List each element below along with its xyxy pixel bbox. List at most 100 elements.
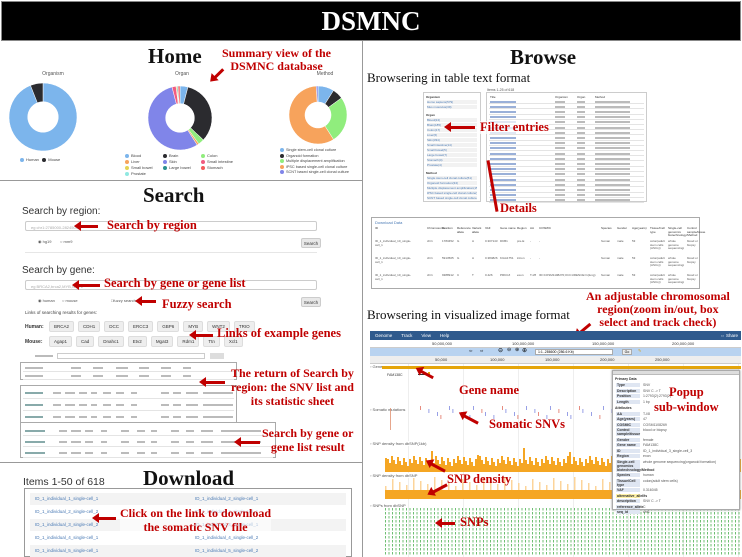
table-header[interactable]: Method — [595, 95, 605, 99]
somatic-snv-mark[interactable] — [428, 409, 430, 413]
filter-item[interactable]: Single stem-cell clonal culture(51) — [427, 176, 477, 180]
gene-search-button[interactable]: Search — [301, 297, 321, 307]
filter-item[interactable]: Prostate(4) — [427, 163, 477, 167]
radio-human[interactable]: ◉ human — [38, 298, 55, 303]
somatic-snv-mark[interactable] — [579, 406, 580, 410]
download-link[interactable]: ID_1_individual_5_single-cell_2 — [195, 545, 258, 557]
gene-link-dcc[interactable]: DCC — [104, 321, 125, 332]
somatic-snv-mark[interactable] — [481, 409, 483, 413]
somatic-snv-mark[interactable] — [473, 406, 474, 410]
legend-item[interactable]: Large bowel — [163, 165, 201, 171]
snp-mark — [532, 528, 533, 531]
share-button[interactable]: ⇔ Share — [720, 331, 738, 340]
table-header[interactable]: Organism — [555, 95, 568, 99]
download-data-link[interactable]: Download Data — [375, 220, 402, 225]
somatic-snv-mark[interactable] — [485, 412, 486, 416]
table-cell — [595, 121, 630, 124]
table-row — [489, 139, 644, 141]
radio-mouse[interactable]: ○ mouse — [62, 298, 78, 303]
somatic-snv-mark[interactable] — [603, 406, 604, 410]
somatic-snv-mark[interactable] — [437, 412, 438, 416]
download-link[interactable]: ID_1_individual_1_single-cell_1 — [35, 493, 98, 505]
filter-item[interactable]: Multiple displacement amplification(154) — [427, 186, 477, 190]
filter-item[interactable]: iPSC based single-cell clonal culture(34… — [427, 191, 477, 195]
gene-link-etv2[interactable]: Etv2 — [127, 336, 147, 347]
track-label-gene[interactable]: ▫ Gene — [370, 364, 383, 369]
download-link[interactable]: ID_1_individual_3_single-cell_2 — [35, 519, 98, 531]
snp-mark — [451, 532, 453, 535]
gene-link-dnahc1[interactable]: Dnahc1 — [98, 336, 124, 347]
radio-mm9[interactable]: ○ mm9 — [60, 239, 72, 244]
menu-view[interactable]: View — [421, 333, 431, 338]
menu-track[interactable]: Track — [401, 333, 412, 338]
fuzzy-search-checkbox[interactable]: □fuzzy search — [111, 298, 136, 303]
menu-help[interactable]: Help — [440, 333, 449, 338]
go-button[interactable]: Go — [622, 349, 632, 355]
filter-item[interactable]: SCNT based single-cell clonal culture(3) — [427, 196, 477, 200]
somatic-snv-mark[interactable] — [599, 415, 601, 419]
legend-item[interactable]: Prostate — [125, 171, 163, 177]
radio-hg19[interactable]: ◉ hg19 — [38, 239, 52, 244]
filter-item[interactable]: Stomach(4) — [427, 158, 477, 162]
table-header[interactable]: Organ — [577, 95, 585, 99]
filter-item[interactable]: Large bowel(7) — [427, 153, 477, 157]
download-link[interactable]: ID_1_individual_4_single-cell_1 — [35, 532, 98, 544]
somatic-snv-mark[interactable] — [534, 409, 536, 413]
gene-link-ercc3[interactable]: ERCC3 — [128, 321, 154, 332]
snp-mark — [402, 520, 404, 523]
somatic-snv-mark[interactable] — [526, 406, 527, 410]
popup-titlebar[interactable] — [613, 371, 739, 375]
legend-item[interactable]: SCNT based single-cell clonal culture — [280, 170, 349, 176]
location-input[interactable]: 1:1..286600 (286.6 Kb) — [535, 349, 613, 355]
legend-item[interactable]: Stomach — [201, 165, 245, 171]
somatic-snv-mark[interactable] — [505, 409, 507, 413]
table-cell — [577, 163, 585, 165]
snp-mark — [570, 508, 572, 511]
gene-link-gbp6[interactable]: GBP6 — [157, 321, 180, 332]
zoom-out-small-icon[interactable]: ⊖ — [507, 347, 511, 353]
somatic-snv-mark[interactable] — [570, 415, 572, 419]
gene-feature-label[interactable]: FAM138C — [387, 373, 403, 377]
gene-link-agap1[interactable]: Agap1 — [49, 336, 73, 347]
somatic-snv-mark[interactable] — [420, 406, 421, 410]
filter-item[interactable]: Blood(24) — [427, 118, 477, 122]
somatic-snv-mark[interactable] — [591, 412, 592, 416]
snp-mark — [619, 548, 621, 551]
gene-link-cdh1[interactable]: CDH1 — [78, 321, 101, 332]
filter-item[interactable]: Organoid formation(34) — [427, 181, 477, 185]
somatic-snv-mark[interactable] — [390, 408, 391, 430]
gene-link-brca2[interactable]: BRCA2 — [49, 321, 75, 332]
zoom-in-icon[interactable]: ⊕ — [522, 347, 527, 354]
overview-ruler[interactable]: 50,000,000 100,000,000 150,000,000 200,000,… — [370, 340, 741, 348]
pan-left-button[interactable]: ⇦ — [469, 348, 472, 353]
gene-link-cad[interactable]: Cad — [76, 336, 95, 347]
region-search-button[interactable]: Search — [301, 238, 321, 248]
zoom-out-icon[interactable]: ⊖ — [498, 347, 503, 354]
somatic-snv-mark[interactable] — [452, 409, 454, 413]
menu-genome[interactable]: Genome — [375, 333, 392, 338]
download-link[interactable]: ID_1_individual_2_single-cell_2 — [35, 506, 98, 518]
somatic-snv-mark[interactable] — [440, 415, 442, 419]
somatic-snv-mark[interactable] — [582, 409, 584, 413]
filter-item[interactable]: Liver(6) — [427, 133, 477, 137]
somatic-snv-mark[interactable] — [514, 412, 515, 416]
somatic-snv-mark[interactable] — [550, 406, 551, 410]
gene-link-mgat3[interactable]: Mgat3 — [150, 336, 174, 347]
somatic-snv-mark[interactable] — [567, 412, 568, 416]
somatic-snv-mark[interactable] — [558, 409, 560, 413]
somatic-snv-mark[interactable] — [449, 406, 450, 410]
highlight-icon[interactable]: ✎ — [638, 348, 641, 353]
pan-right-button[interactable]: ⇨ — [480, 348, 483, 353]
download-link[interactable]: ID_1_individual_2_single-cell_1 — [195, 493, 258, 505]
filter-item[interactable]: Mus musculus(39) — [427, 105, 477, 109]
filter-item[interactable]: Small intestine(14) — [427, 143, 477, 147]
zoom-in-small-icon[interactable]: ⊕ — [515, 347, 519, 353]
somatic-snv-mark[interactable] — [502, 406, 503, 410]
filter-item[interactable]: Homo sapiens(579) — [427, 100, 477, 104]
detail-ruler[interactable]: 50,000 100,000 150,000 200,000 250,000 — [370, 356, 741, 364]
filter-item[interactable]: Small bowel(5) — [427, 148, 477, 152]
table-header[interactable]: Title — [490, 95, 496, 99]
download-link[interactable]: ID_1_individual_5_single-cell_1 — [35, 545, 98, 557]
filter-item[interactable]: Skin(334) — [427, 138, 477, 142]
somatic-snv-mark[interactable] — [538, 412, 539, 416]
